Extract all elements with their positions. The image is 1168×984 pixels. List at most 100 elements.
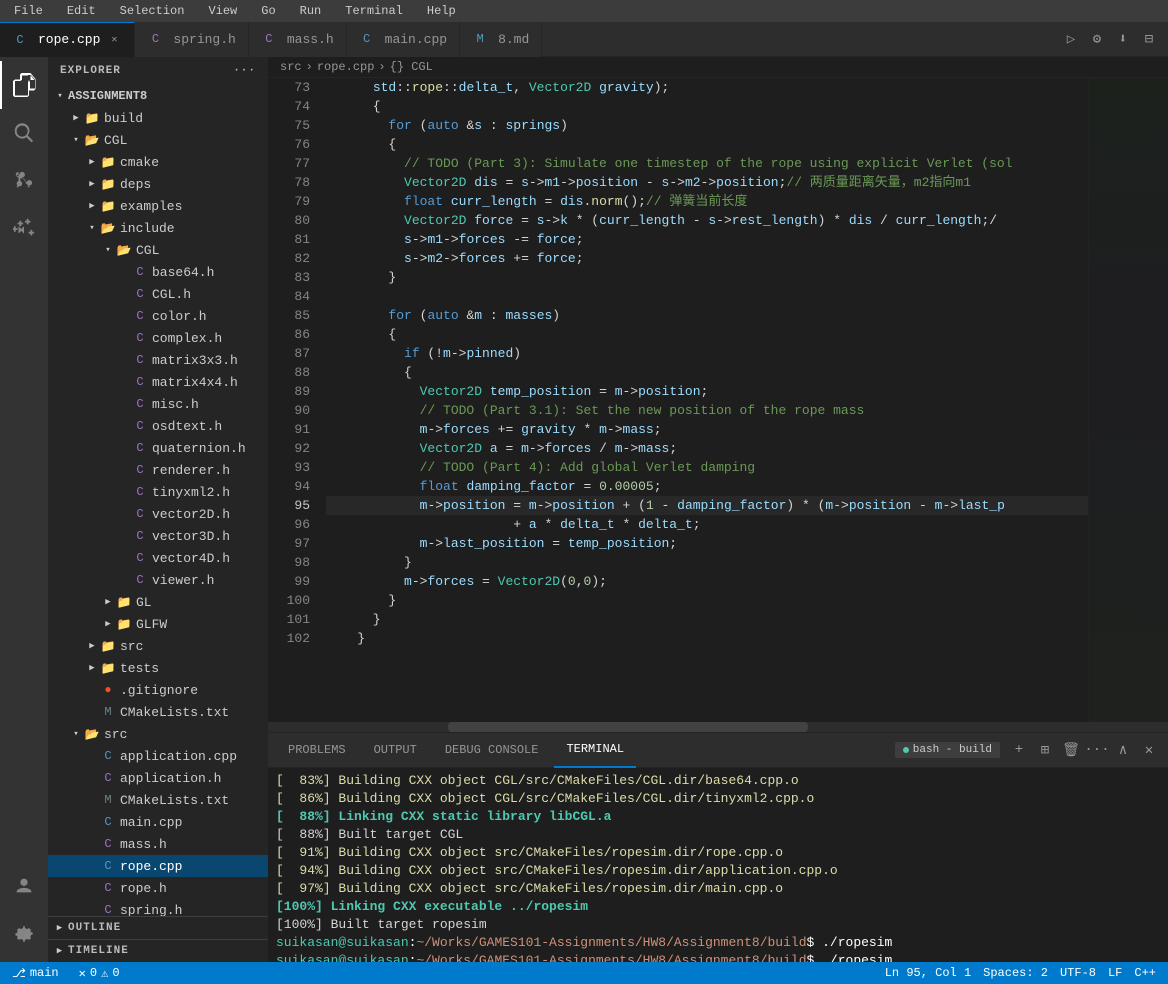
sidebar-item-gl[interactable]: ▶ 📁 GL (48, 591, 268, 613)
tab-spring-h[interactable]: C spring.h (135, 22, 248, 57)
error-icon: ✕ (79, 966, 86, 981)
download-icon[interactable]: ⬇ (1112, 28, 1134, 50)
sidebar-item-rope-cpp[interactable]: ▶ C rope.cpp (48, 855, 268, 877)
sidebar-item-osdtext[interactable]: ▶ C osdtext.h (48, 415, 268, 437)
tab-debug-console[interactable]: DEBUG CONSOLE (433, 733, 551, 768)
sidebar-viewerh-label: viewer.h (152, 573, 260, 588)
sidebar-item-viewerh[interactable]: ▶ C viewer.h (48, 569, 268, 591)
breadcrumb-src[interactable]: src (280, 60, 302, 74)
menu-edit[interactable]: Edit (61, 2, 102, 20)
code-content[interactable]: std::rope::delta_t, Vector2D gravity); {… (318, 78, 1088, 722)
sidebar-matrix3-label: matrix3x3.h (152, 353, 260, 368)
extensions-icon[interactable] (0, 205, 48, 253)
account-icon[interactable] (0, 862, 48, 910)
tab-terminal[interactable]: TERMINAL (554, 733, 636, 768)
menu-go[interactable]: Go (255, 2, 281, 20)
sidebar-item-build[interactable]: ▶ 📁 build (48, 107, 268, 129)
menu-run[interactable]: Run (294, 2, 328, 20)
menu-view[interactable]: View (202, 2, 243, 20)
sidebar-item-base64[interactable]: ▶ C base64.h (48, 261, 268, 283)
sidebar-item-ropeh[interactable]: ▶ C rope.h (48, 877, 268, 899)
chevron-up-icon[interactable]: ∧ (1112, 739, 1134, 761)
sidebar-item-deps[interactable]: ▶ 📁 deps (48, 173, 268, 195)
terminal-more-icon[interactable]: ··· (1086, 739, 1108, 761)
trash-icon[interactable]: 🗑 (1060, 739, 1082, 761)
tab-close-rope-cpp[interactable]: ✕ (106, 32, 122, 48)
explorer-icon[interactable] (0, 61, 48, 109)
sidebar-item-springh[interactable]: ▶ C spring.h (48, 899, 268, 916)
sidebar-item-cmake[interactable]: ▶ 📁 cmake (48, 151, 268, 173)
sidebar-item-app-h[interactable]: ▶ C application.h (48, 767, 268, 789)
status-errors[interactable]: ✕ 0 ⚠ 0 (75, 966, 124, 981)
bash-badge[interactable]: bash - build (895, 742, 1000, 758)
sidebar-item-vector3d[interactable]: ▶ C vector3D.h (48, 525, 268, 547)
breadcrumb-file[interactable]: rope.cpp (317, 60, 375, 74)
tab-output[interactable]: OUTPUT (362, 733, 429, 768)
menu-file[interactable]: File (8, 2, 49, 20)
branch-icon: ⎇ (12, 966, 26, 981)
status-eol[interactable]: LF (1104, 966, 1126, 980)
cpp-file-icon3: C (100, 858, 116, 874)
sidebar-content[interactable]: ▾ ASSIGNMENT8 ▶ 📁 build ▾ 📂 CGL ▶ 📁 cmak… (48, 85, 268, 916)
menu-selection[interactable]: Selection (114, 2, 191, 20)
split-editor-icon[interactable]: ⊟ (1138, 28, 1160, 50)
menu-terminal[interactable]: Terminal (339, 2, 409, 20)
sidebar-item-cmakelists-src[interactable]: ▶ M CMakeLists.txt (48, 789, 268, 811)
sidebar-item-tinyxml2[interactable]: ▶ C tinyxml2.h (48, 481, 268, 503)
tab-problems[interactable]: PROBLEMS (276, 733, 358, 768)
status-line[interactable]: Ln 95, Col 1 (881, 966, 975, 980)
sidebar-item-matrix3[interactable]: ▶ C matrix3x3.h (48, 349, 268, 371)
close-panel-icon[interactable]: ✕ (1138, 739, 1160, 761)
sidebar-item-src-root[interactable]: ▾ 📂 src (48, 723, 268, 745)
sidebar-item-cmakelists-cgl[interactable]: ▶ M CMakeLists.txt (48, 701, 268, 723)
tab-rope-cpp[interactable]: C rope.cpp ✕ (0, 22, 135, 57)
debug-icon[interactable]: ⚙ (1086, 28, 1108, 50)
sidebar-item-vector2d[interactable]: ▶ C vector2D.h (48, 503, 268, 525)
sidebar-item-include[interactable]: ▾ 📂 include (48, 217, 268, 239)
git-file-icon: ● (100, 682, 116, 698)
terminal-content[interactable]: [ 83%] Building CXX object CGL/src/CMake… (268, 768, 1168, 962)
sidebar-item-cgl[interactable]: ▾ 📂 CGL (48, 129, 268, 151)
status-branch[interactable]: ⎇ main (8, 966, 63, 981)
tab-8-md[interactable]: M 8.md (460, 22, 542, 57)
sidebar-item-quaternion[interactable]: ▶ C quaternion.h (48, 437, 268, 459)
status-language[interactable]: C++ (1130, 966, 1160, 980)
menu-help[interactable]: Help (421, 2, 462, 20)
sidebar-item-renderer[interactable]: ▶ C renderer.h (48, 459, 268, 481)
sidebar-item-massh[interactable]: ▶ C mass.h (48, 833, 268, 855)
search-icon[interactable] (0, 109, 48, 157)
timeline-header[interactable]: ▶ TIMELINE (48, 940, 268, 962)
sidebar-item-glfw[interactable]: ▶ 📁 GLFW (48, 613, 268, 635)
sidebar-item-tests[interactable]: ▶ 📁 tests (48, 657, 268, 679)
timeline-label: TIMELINE (68, 945, 129, 957)
sidebar-item-app-cpp[interactable]: ▶ C application.cpp (48, 745, 268, 767)
horizontal-scrollbar[interactable] (268, 722, 1168, 732)
sidebar-item-colorh[interactable]: ▶ C color.h (48, 305, 268, 327)
status-spaces[interactable]: Spaces: 2 (979, 966, 1052, 980)
sidebar-renderer-label: renderer.h (152, 463, 260, 478)
new-terminal-icon[interactable]: + (1008, 739, 1030, 761)
sidebar-more-icon[interactable]: ··· (233, 65, 256, 77)
sidebar-item-misch[interactable]: ▶ C misc.h (48, 393, 268, 415)
tab-main-cpp[interactable]: C main.cpp (347, 22, 460, 57)
tab-mass-h[interactable]: C mass.h (249, 22, 347, 57)
sidebar-item-main-cpp[interactable]: ▶ C main.cpp (48, 811, 268, 833)
run-icon[interactable]: ▷ (1060, 28, 1082, 50)
sidebar-root[interactable]: ▾ ASSIGNMENT8 (48, 85, 268, 107)
cpp-icon: C (12, 32, 28, 48)
sidebar-item-src-cgl[interactable]: ▶ 📁 src (48, 635, 268, 657)
settings-icon[interactable] (0, 910, 48, 958)
breadcrumb-scope[interactable]: {} CGL (390, 60, 433, 74)
sidebar-item-matrix4[interactable]: ▶ C matrix4x4.h (48, 371, 268, 393)
sidebar-item-complexh[interactable]: ▶ C complex.h (48, 327, 268, 349)
outline-header[interactable]: ▶ OUTLINE (48, 917, 268, 939)
split-terminal-icon[interactable]: ⊞ (1034, 739, 1056, 761)
status-encoding[interactable]: UTF-8 (1056, 966, 1100, 980)
sidebar-item-gitignore[interactable]: ▶ ● .gitignore (48, 679, 268, 701)
sidebar-item-cglh[interactable]: ▶ C CGL.h (48, 283, 268, 305)
sidebar-item-vector4d[interactable]: ▶ C vector4D.h (48, 547, 268, 569)
code-editor[interactable]: 7374757677787980818283848586878889909192… (268, 78, 1168, 722)
source-control-icon[interactable] (0, 157, 48, 205)
sidebar-item-examples[interactable]: ▶ 📁 examples (48, 195, 268, 217)
sidebar-item-cgl-sub[interactable]: ▾ 📂 CGL (48, 239, 268, 261)
